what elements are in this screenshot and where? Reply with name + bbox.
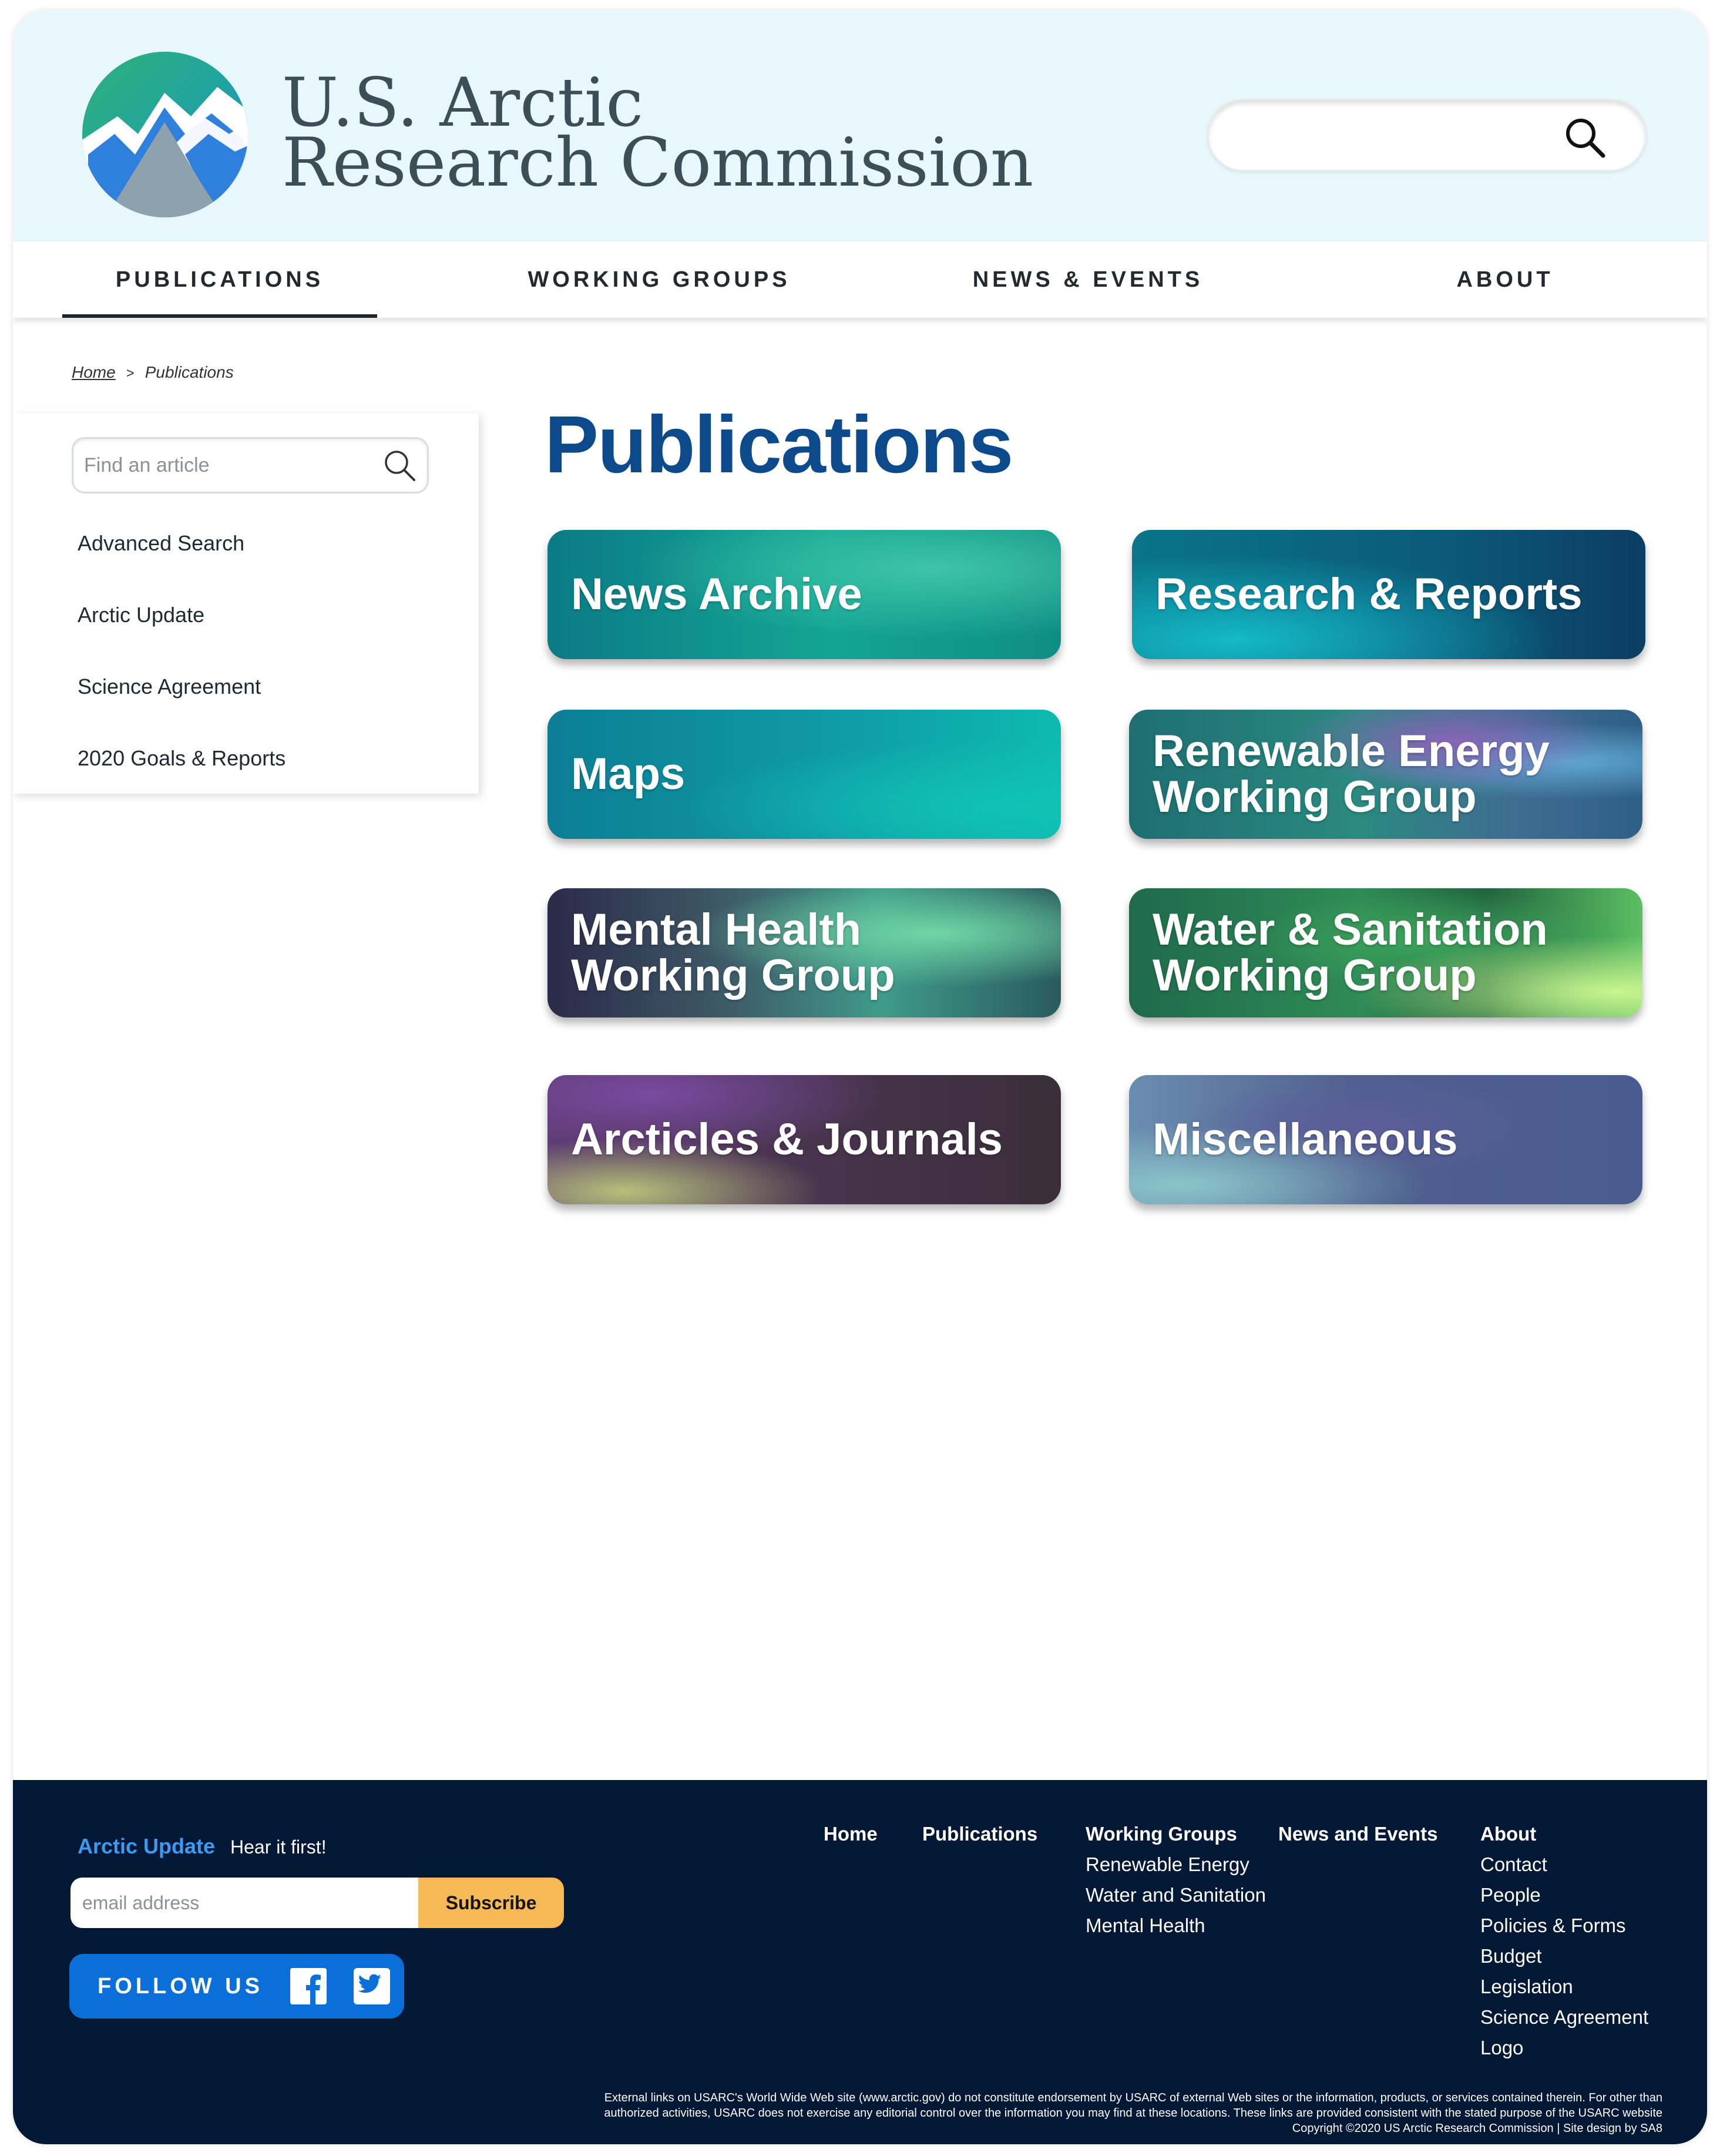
tile-miscellaneous[interactable]: Miscellaneous [1129, 1075, 1642, 1204]
usarc-logo-icon[interactable] [82, 52, 248, 217]
legal-line: authorized activities, USARC does not ex… [604, 2107, 1662, 2120]
footer-col-news-events: News and Events [1278, 1819, 1437, 1849]
site-footer: Arctic Update Hear it first! Subscribe F… [13, 1780, 1707, 2144]
footer-link-people[interactable]: People [1480, 1880, 1648, 1910]
footer-col-home: Home [824, 1819, 878, 1849]
tile-renewable-energy[interactable]: Renewable Energy Working Group [1129, 710, 1642, 839]
facebook-icon[interactable] [290, 1968, 327, 2004]
email-field[interactable] [70, 1878, 423, 1928]
nav-working-groups[interactable]: WORKING GROUPS [506, 241, 812, 318]
footer-link-mental-health[interactable]: Mental Health [1086, 1910, 1266, 1941]
article-search-input[interactable] [84, 439, 366, 492]
tile-label: Mental Health Working Group [571, 905, 895, 1000]
footer-legal-text: External links on USARC's World Wide Web… [488, 2090, 1662, 2136]
tile-label: News Archive [571, 569, 862, 620]
footer-link-policies-forms[interactable]: Policies & Forms [1480, 1910, 1648, 1941]
footer-link-about[interactable]: About [1480, 1819, 1648, 1849]
subscribe-button[interactable]: Subscribe [418, 1878, 564, 1928]
footer-col-publications: Publications [922, 1819, 1037, 1849]
twitter-icon[interactable] [354, 1968, 390, 2004]
footer-arctic-update-link[interactable]: Arctic Update [78, 1834, 215, 1859]
header-search-field[interactable] [1207, 99, 1647, 172]
footer-col-working-groups: Working Groups Renewable Energy Water an… [1086, 1819, 1266, 1941]
tile-label: Miscellaneous [1153, 1114, 1458, 1165]
nav-publications[interactable]: PUBLICATIONS [62, 241, 377, 318]
breadcrumb-separator: > [126, 365, 135, 381]
footer-link-legislation[interactable]: Legislation [1480, 1972, 1648, 2002]
tile-label: Maps [571, 749, 686, 800]
main-nav: PUBLICATIONS WORKING GROUPS NEWS & EVENT… [13, 241, 1707, 318]
footer-link-water-sanitation[interactable]: Water and Sanitation [1086, 1880, 1266, 1910]
tile-label: Research & Reports [1155, 569, 1583, 620]
tile-water-sanitation[interactable]: Water & Sanitation Working Group [1129, 888, 1642, 1017]
page-title: Publications [545, 399, 1013, 490]
footer-link-renewable-energy[interactable]: Renewable Energy [1086, 1849, 1266, 1880]
nav-about[interactable]: ABOUT [1411, 241, 1599, 318]
site-title-line2[interactable]: Research Commission [282, 129, 1033, 196]
follow-us-label: FOLLOW US [98, 1974, 263, 1999]
article-search-box [72, 437, 429, 493]
page-frame: U.S. Arctic Research Commission PUBLICAT… [13, 11, 1707, 2144]
tile-articles-journals[interactable]: Arcticles & Journals [547, 1075, 1061, 1204]
footer-link-budget[interactable]: Budget [1480, 1941, 1648, 1972]
footer-link-contact[interactable]: Contact [1480, 1849, 1648, 1880]
footer-link-publications[interactable]: Publications [922, 1819, 1037, 1849]
breadcrumb: Home > Publications [72, 363, 234, 382]
sidebar-link-2020-goals[interactable]: 2020 Goals & Reports [78, 746, 285, 771]
sidebar-link-arctic-update[interactable]: Arctic Update [78, 603, 204, 627]
search-icon[interactable] [1563, 116, 1607, 159]
tile-news-archive[interactable]: News Archive [547, 530, 1061, 659]
footer-link-working-groups[interactable]: Working Groups [1086, 1819, 1266, 1849]
copyright-line: Copyright ©2020 US Arctic Research Commi… [1292, 2122, 1662, 2135]
site-header: U.S. Arctic Research Commission [13, 11, 1707, 241]
nav-news-events[interactable]: NEWS & EVENTS [947, 241, 1229, 318]
footer-col-about: About Contact People Policies & Forms Bu… [1480, 1819, 1648, 2063]
search-icon[interactable] [382, 448, 416, 482]
tile-label: Water & Sanitation Working Group [1153, 905, 1548, 1000]
sidebar-link-advanced-search[interactable]: Advanced Search [78, 531, 244, 556]
sidebar: Advanced Search Arctic Update Science Ag… [13, 414, 479, 794]
tile-label: Arcticles & Journals [571, 1114, 1003, 1165]
legal-line: External links on USARC's World Wide Web… [604, 2091, 1662, 2104]
footer-link-science-agreement[interactable]: Science Agreement [1480, 2002, 1648, 2033]
tile-research-reports[interactable]: Research & Reports [1132, 530, 1645, 659]
footer-tagline: Hear it first! [230, 1836, 327, 1858]
footer-link-home[interactable]: Home [824, 1819, 878, 1849]
tile-mental-health[interactable]: Mental Health Working Group [547, 888, 1061, 1017]
footer-link-news-events[interactable]: News and Events [1278, 1819, 1437, 1849]
footer-link-logo[interactable]: Logo [1480, 2033, 1648, 2063]
tile-maps[interactable]: Maps [547, 710, 1061, 839]
sidebar-link-science-agreement[interactable]: Science Agreement [78, 674, 261, 699]
follow-us-bar: FOLLOW US [69, 1954, 404, 2019]
breadcrumb-home-link[interactable]: Home [72, 363, 116, 381]
breadcrumb-current: Publications [145, 363, 234, 381]
tile-label: Renewable Energy Working Group [1153, 726, 1550, 822]
